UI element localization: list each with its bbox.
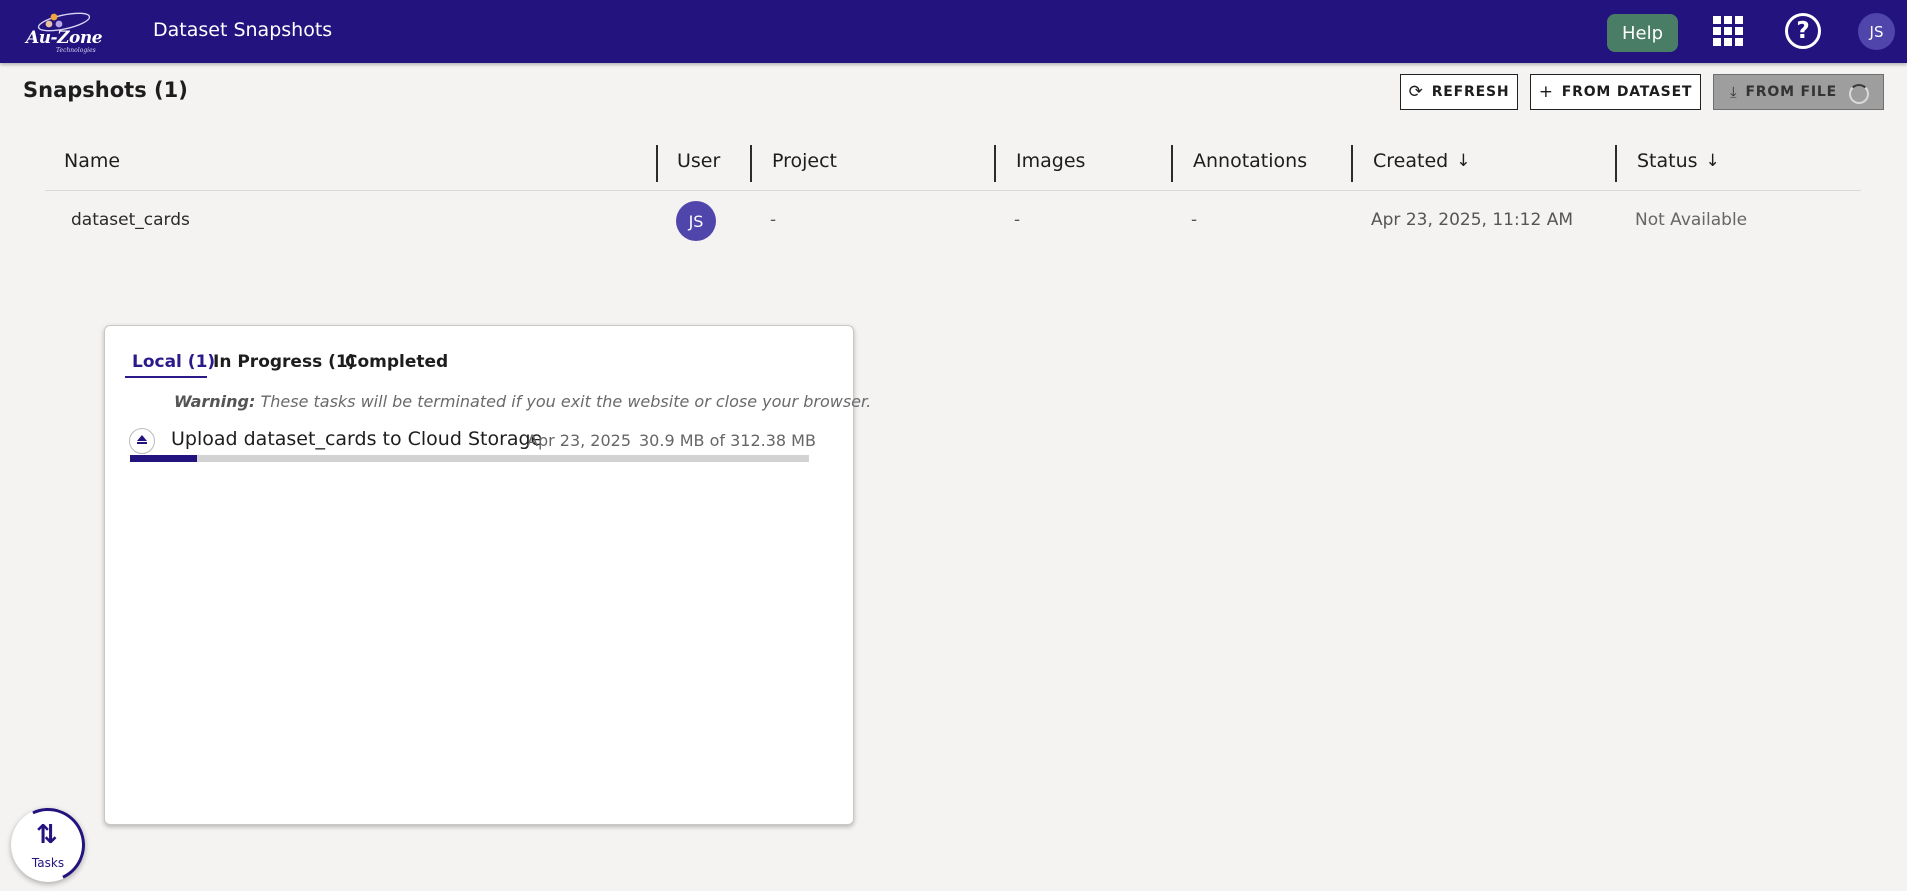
column-header-project[interactable]: Project bbox=[772, 150, 837, 172]
help-circle-icon[interactable]: ? bbox=[1785, 13, 1821, 49]
column-resize-handle[interactable] bbox=[1615, 145, 1617, 182]
column-header-name[interactable]: Name bbox=[64, 150, 120, 172]
column-header-label: User bbox=[677, 150, 721, 172]
transfer-arrows-icon: ⇅ bbox=[36, 820, 58, 850]
cell-annotations: - bbox=[1191, 210, 1198, 230]
tasks-label: Tasks bbox=[31, 856, 65, 870]
from-file-button[interactable]: ⤓ FROM FILE bbox=[1713, 74, 1884, 110]
upload-icon bbox=[129, 428, 155, 454]
download-icon: ⤓ bbox=[1730, 83, 1738, 101]
apps-grid-icon[interactable] bbox=[1713, 16, 1743, 46]
cell-status: Not Available bbox=[1635, 210, 1748, 230]
column-header-label: Project bbox=[772, 150, 838, 172]
column-header-annotations[interactable]: Annotations bbox=[1193, 150, 1307, 172]
column-resize-handle[interactable] bbox=[994, 145, 996, 182]
active-tab-indicator bbox=[125, 376, 207, 378]
refresh-button[interactable]: ⟳ REFRESH bbox=[1400, 74, 1518, 110]
cell-project: - bbox=[770, 210, 777, 230]
warning-label: Warning: bbox=[174, 392, 256, 411]
task-date: Apr 23, 2025 bbox=[527, 431, 632, 450]
column-header-images[interactable]: Images bbox=[1016, 150, 1085, 172]
app-title: Dataset Snapshots bbox=[153, 19, 333, 41]
column-header-label: Created bbox=[1373, 150, 1449, 172]
column-header-label: Images bbox=[1016, 150, 1086, 172]
column-header-label: Name bbox=[64, 150, 121, 172]
loading-spinner-icon bbox=[1849, 84, 1869, 104]
column-header-label: Annotations bbox=[1193, 150, 1308, 172]
plus-icon: + bbox=[1538, 82, 1554, 102]
sort-arrow-down-icon: ↓ bbox=[1456, 151, 1471, 171]
refresh-label: REFRESH bbox=[1431, 84, 1510, 100]
top-app-bar: Au-Zone Technologies Dataset Snapshots H… bbox=[0, 0, 1907, 63]
au-zone-logo[interactable]: Au-Zone Technologies bbox=[22, 8, 103, 56]
cell-name[interactable]: dataset_cards bbox=[71, 210, 190, 230]
help-button[interactable]: Help bbox=[1607, 14, 1678, 52]
tab-in-progress[interactable]: In Progress (1) bbox=[213, 352, 355, 372]
from-dataset-button[interactable]: + FROM DATASET bbox=[1530, 74, 1701, 110]
refresh-icon: ⟳ bbox=[1408, 82, 1424, 102]
logo-subtext: Technologies bbox=[56, 47, 96, 54]
page-title: Snapshots (1) bbox=[23, 78, 188, 102]
tab-completed[interactable]: Completed bbox=[345, 352, 448, 372]
row-user-avatar: JS bbox=[676, 201, 716, 241]
from-dataset-label: FROM DATASET bbox=[1561, 84, 1693, 100]
from-file-label: FROM FILE bbox=[1745, 84, 1837, 100]
tasks-panel: Local (1) In Progress (1) Completed Warn… bbox=[104, 325, 871, 825]
column-header-label: Status bbox=[1637, 150, 1698, 172]
warning-text: These tasks will be terminated if you ex… bbox=[260, 392, 872, 411]
tab-local[interactable]: Local (1) bbox=[132, 352, 215, 372]
column-header-status[interactable]: Status ↓ bbox=[1637, 150, 1720, 172]
column-resize-handle[interactable] bbox=[656, 145, 658, 182]
column-resize-handle[interactable] bbox=[1351, 145, 1353, 182]
column-header-created[interactable]: Created ↓ bbox=[1373, 150, 1470, 172]
cell-images: - bbox=[1014, 210, 1021, 230]
task-size: 30.9 MB of 312.38 MB bbox=[639, 431, 816, 450]
task-progress-fill bbox=[130, 455, 198, 462]
logo-text: Au-Zone bbox=[26, 28, 103, 48]
user-avatar[interactable]: JS bbox=[1858, 13, 1895, 50]
task-name: Upload dataset_cards to Cloud Storage bbox=[171, 428, 543, 450]
task-progress-bar bbox=[130, 455, 809, 462]
table-header-divider bbox=[45, 190, 1861, 191]
tasks-button[interactable]: ⇅ Tasks bbox=[0, 797, 96, 891]
column-resize-handle[interactable] bbox=[1171, 145, 1173, 182]
warning-message: Warning: These tasks will be terminated … bbox=[174, 392, 871, 411]
column-resize-handle[interactable] bbox=[750, 145, 752, 182]
cell-created: Apr 23, 2025, 11:12 AM bbox=[1371, 210, 1574, 230]
column-header-user[interactable]: User bbox=[677, 150, 720, 172]
sort-arrow-down-icon: ↓ bbox=[1705, 151, 1720, 171]
